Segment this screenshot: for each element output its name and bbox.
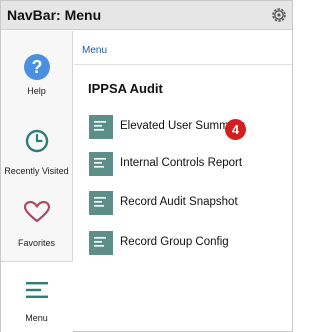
help-icon: ? [23, 53, 51, 86]
heart-icon [23, 200, 50, 228]
navbar-panel: NavBar: Menu ? Help Recently Visited Fav… [0, 0, 293, 332]
document-icon [89, 152, 113, 176]
menu-item-record-audit-snapshot[interactable]: Record Audit Snapshot [89, 191, 289, 215]
step-badge: 4 [225, 119, 246, 140]
document-icon [89, 191, 113, 215]
menu-item-internal-controls-report[interactable]: Internal Controls Report [89, 152, 289, 176]
menu-item-label: Record Audit Snapshot [120, 196, 238, 208]
sidebar-item-label: Recently Visited [4, 166, 69, 176]
menu-item-elevated-user-summary[interactable]: Elevated User Summary [89, 115, 289, 139]
sidebar-item-label: Help [27, 86, 46, 96]
svg-text:?: ? [31, 57, 42, 77]
menu-item-record-group-config[interactable]: Record Group Config [89, 231, 289, 255]
section-title: IPPSA Audit [88, 81, 163, 96]
sidebar-item-help[interactable]: ? Help [1, 53, 72, 115]
menu-content: Menu IPPSA Audit Elevated User Summary I… [74, 31, 292, 332]
sidebar: ? Help Recently Visited Favorites Menu [1, 31, 73, 332]
menu-item-label: Record Group Config [120, 236, 229, 248]
sidebar-item-favorites[interactable]: Favorites [1, 197, 72, 259]
breadcrumb[interactable]: Menu [82, 45, 107, 56]
gear-icon[interactable] [270, 6, 288, 24]
divider [74, 64, 292, 65]
document-icon [89, 115, 113, 139]
navbar-header: NavBar: Menu [1, 1, 292, 30]
sidebar-item-label: Favorites [17, 238, 55, 248]
sidebar-item-menu[interactable]: Menu [1, 261, 73, 332]
menu-item-label: Internal Controls Report [120, 157, 243, 169]
sidebar-item-recently-visited[interactable]: Recently Visited [1, 129, 72, 191]
navbar-title: NavBar: Menu [7, 7, 102, 23]
document-icon [89, 231, 113, 255]
menu-icon [25, 282, 48, 303]
sidebar-item-label: Menu [25, 313, 48, 323]
clock-icon [25, 129, 49, 158]
